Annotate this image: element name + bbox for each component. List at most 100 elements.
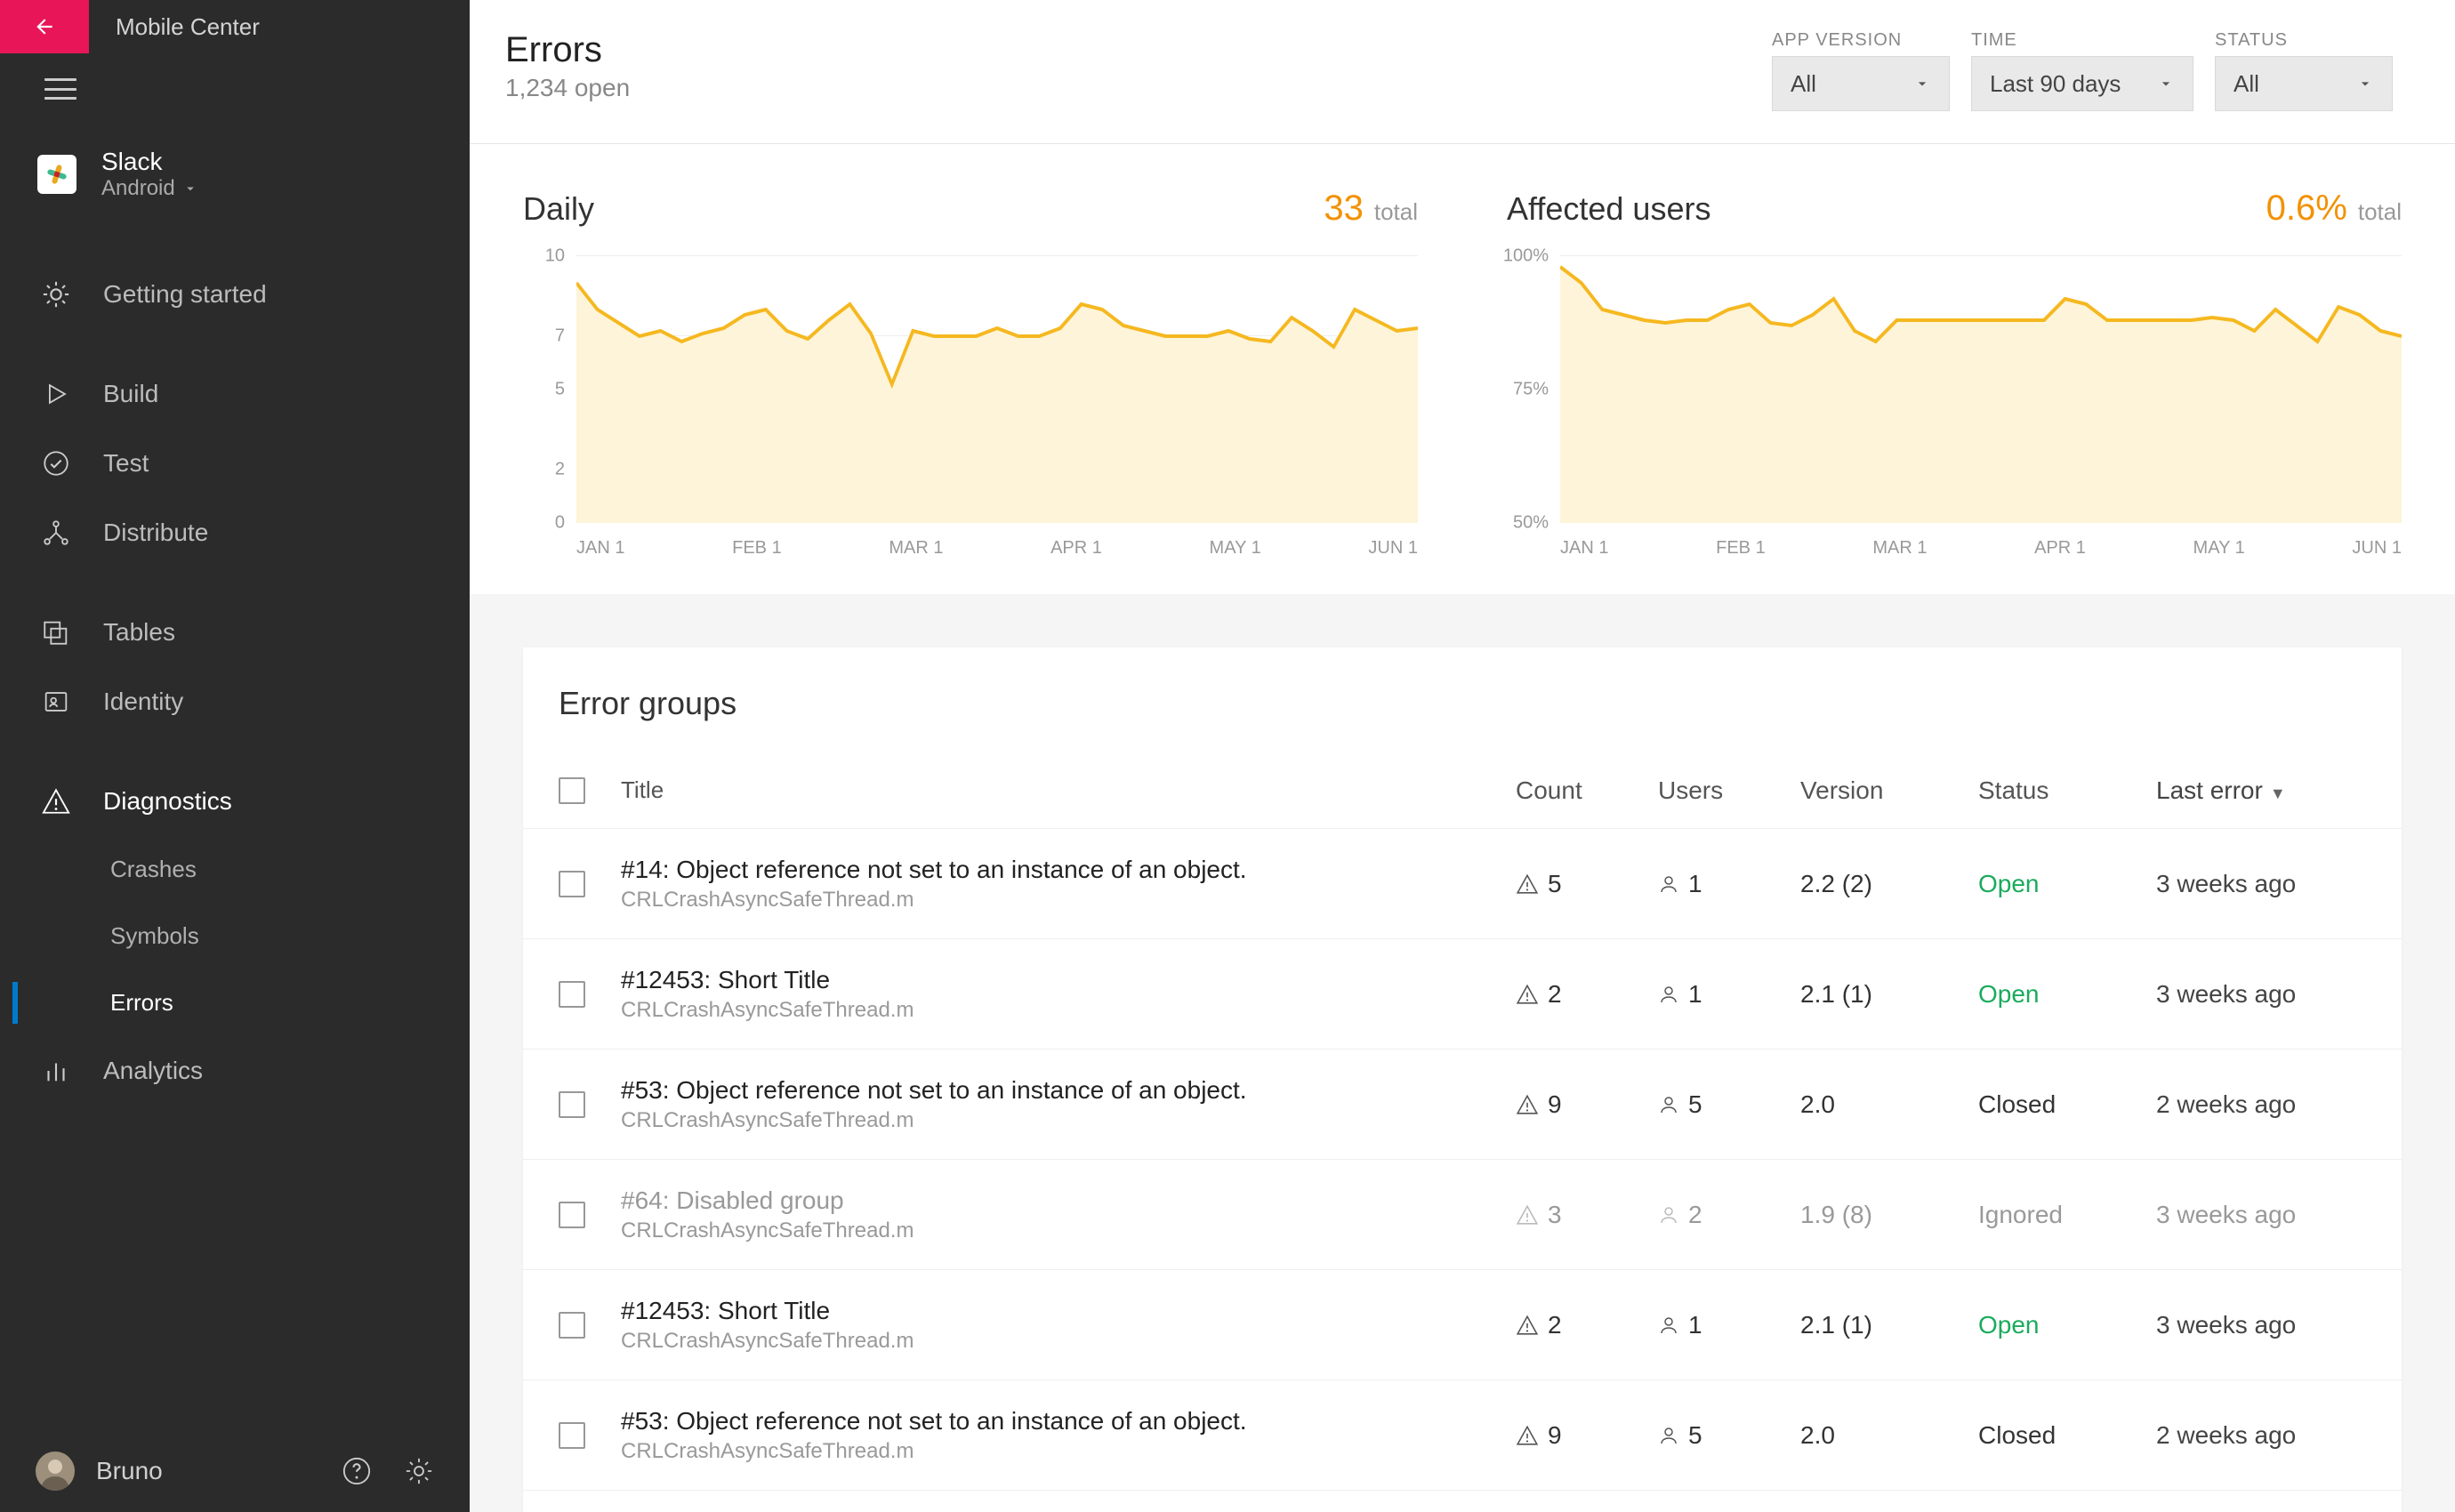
arrow-left-icon — [33, 15, 56, 38]
chart-title: Daily — [523, 190, 594, 228]
sidebar-subitem-symbols[interactable]: Symbols — [0, 903, 470, 969]
sidebar-item-distribute[interactable]: Distribute — [0, 498, 470, 567]
sidebar-item-label: Diagnostics — [103, 787, 232, 816]
sidebar-item-analytics[interactable]: Analytics — [0, 1036, 470, 1106]
sidebar-item-identity[interactable]: Identity — [0, 667, 470, 736]
warning-icon — [1516, 983, 1539, 1006]
error-version: 2.1 (1) — [1800, 980, 1978, 1009]
error-version: 2.1 (1) — [1800, 1311, 1978, 1339]
sidebar-topbar: Mobile Center — [0, 0, 470, 53]
error-last: 3 weeks ago — [2156, 1311, 2352, 1339]
chart-unit: total — [1374, 198, 1418, 226]
error-status: Open — [1978, 1311, 2156, 1339]
check-circle-icon — [41, 448, 71, 479]
chevron-down-icon — [182, 181, 198, 197]
sidebar: Mobile Center Slack Android Getting star… — [0, 0, 470, 1512]
sidebar-item-label: Tables — [103, 618, 175, 647]
error-users: 1 — [1658, 980, 1800, 1009]
row-checkbox[interactable] — [559, 1422, 585, 1449]
main-content: Errors 1,234 open APP VERSION All TIME L… — [470, 0, 2455, 1512]
row-checkbox[interactable] — [559, 981, 585, 1008]
error-version: 2.0 — [1800, 1090, 1978, 1119]
table-header: Title Count Users Version Status Last er… — [523, 752, 2402, 829]
page-header: Errors 1,234 open APP VERSION All TIME L… — [470, 0, 2455, 144]
gear-icon[interactable] — [404, 1456, 434, 1486]
page-subtitle: 1,234 open — [505, 74, 630, 102]
column-users[interactable]: Users — [1658, 776, 1800, 805]
sidebar-item-diagnostics[interactable]: Diagnostics — [0, 767, 470, 836]
select-all-checkbox[interactable] — [559, 777, 585, 804]
app-selector[interactable]: Slack Android — [0, 125, 470, 224]
row-checkbox[interactable] — [559, 1202, 585, 1228]
error-status: Open — [1978, 980, 2156, 1009]
filter-label: TIME — [1971, 30, 2193, 51]
error-count: 9 — [1516, 1090, 1658, 1119]
sidebar-item-label: Getting started — [103, 280, 267, 309]
filter-status: STATUS All — [2215, 30, 2393, 111]
filter-time: TIME Last 90 days — [1971, 30, 2193, 111]
sidebar-item-test[interactable]: Test — [0, 429, 470, 498]
table-row[interactable]: #12453: Short Title CRLCrashAsyncSafeThr… — [523, 1270, 2402, 1380]
app-name: Slack — [101, 148, 198, 176]
sidebar-footer: Bruno — [0, 1430, 470, 1512]
sidebar-item-label: Crashes — [110, 856, 197, 883]
table-row[interactable]: #53: Object reference not set to an inst… — [523, 1380, 2402, 1491]
error-file: CRLCrashAsyncSafeThread.m — [621, 1439, 1516, 1464]
error-status: Closed — [1978, 1421, 2156, 1450]
error-file: CRLCrashAsyncSafeThread.m — [621, 1218, 1516, 1243]
column-title[interactable]: Title — [621, 776, 1516, 804]
chart-affected: Affected users 0.6% total 50%75%100% JAN… — [1507, 189, 2402, 559]
hamburger-menu[interactable] — [44, 78, 76, 100]
chevron-down-icon — [2356, 75, 2374, 92]
error-groups-panel: Error groups Title Count Users Version S… — [523, 647, 2402, 1512]
warning-icon — [1516, 1093, 1539, 1116]
chart-daily: Daily 33 total 025710 JAN 1FEB 1MAR 1APR… — [523, 189, 1418, 559]
identity-icon — [41, 687, 71, 717]
warning-icon — [41, 786, 71, 816]
sidebar-item-label: Test — [103, 449, 149, 478]
column-status[interactable]: Status — [1978, 776, 2156, 805]
error-last: 3 weeks ago — [2156, 1201, 2352, 1229]
user-icon — [1658, 1204, 1679, 1226]
row-checkbox[interactable] — [559, 871, 585, 897]
error-version: 2.2 (2) — [1800, 870, 1978, 898]
error-users: 1 — [1658, 870, 1800, 898]
filter-dropdown-version[interactable]: All — [1772, 56, 1950, 111]
column-count[interactable]: Count — [1516, 776, 1658, 805]
error-title: #53: Object reference not set to an inst… — [621, 1407, 1516, 1436]
column-version[interactable]: Version — [1800, 776, 1978, 805]
user-icon — [1658, 1425, 1679, 1446]
user-name: Bruno — [96, 1457, 163, 1485]
error-version: 2.0 — [1800, 1421, 1978, 1450]
table-row[interactable]: #12453: Short Title CRLCrashAsyncSafeThr… — [523, 939, 2402, 1050]
sidebar-item-getting-started[interactable]: Getting started — [0, 260, 470, 329]
sidebar-subitem-crashes[interactable]: Crashes — [0, 836, 470, 903]
filter-dropdown-time[interactable]: Last 90 days — [1971, 56, 2193, 111]
sidebar-item-build[interactable]: Build — [0, 359, 470, 429]
row-checkbox[interactable] — [559, 1312, 585, 1339]
error-status: Open — [1978, 870, 2156, 898]
error-status: Closed — [1978, 1090, 2156, 1119]
distribute-icon — [41, 518, 71, 548]
error-users: 5 — [1658, 1090, 1800, 1119]
help-icon[interactable] — [342, 1456, 372, 1486]
user-icon — [1658, 984, 1679, 1005]
sidebar-item-tables[interactable]: Tables — [0, 598, 470, 667]
sidebar-subitem-errors[interactable]: Errors — [0, 969, 470, 1036]
filter-dropdown-status[interactable]: All — [2215, 56, 2393, 111]
error-file: CRLCrashAsyncSafeThread.m — [621, 1329, 1516, 1354]
user-icon — [1658, 873, 1679, 895]
warning-icon — [1516, 1203, 1539, 1226]
nav: Getting started Build Test Distribute Ta… — [0, 224, 470, 1430]
user-icon — [1658, 1315, 1679, 1336]
table-row[interactable]: #14: Object reference not set to an inst… — [523, 829, 2402, 939]
filter-app-version: APP VERSION All — [1772, 30, 1950, 111]
error-title: #12453: Short Title — [621, 966, 1516, 994]
table-row[interactable]: #64: Disabled group CRLCrashAsyncSafeThr… — [523, 1160, 2402, 1270]
chart-plot-daily: 025710 JAN 1FEB 1MAR 1APR 1MAY 1JUN 1 — [523, 256, 1418, 559]
back-button[interactable] — [0, 0, 89, 53]
table-row[interactable]: #53: Object reference not set to an inst… — [523, 1050, 2402, 1160]
row-checkbox[interactable] — [559, 1091, 585, 1118]
user-avatar[interactable] — [36, 1452, 75, 1491]
column-last-error[interactable]: Last error▼ — [2156, 776, 2352, 805]
